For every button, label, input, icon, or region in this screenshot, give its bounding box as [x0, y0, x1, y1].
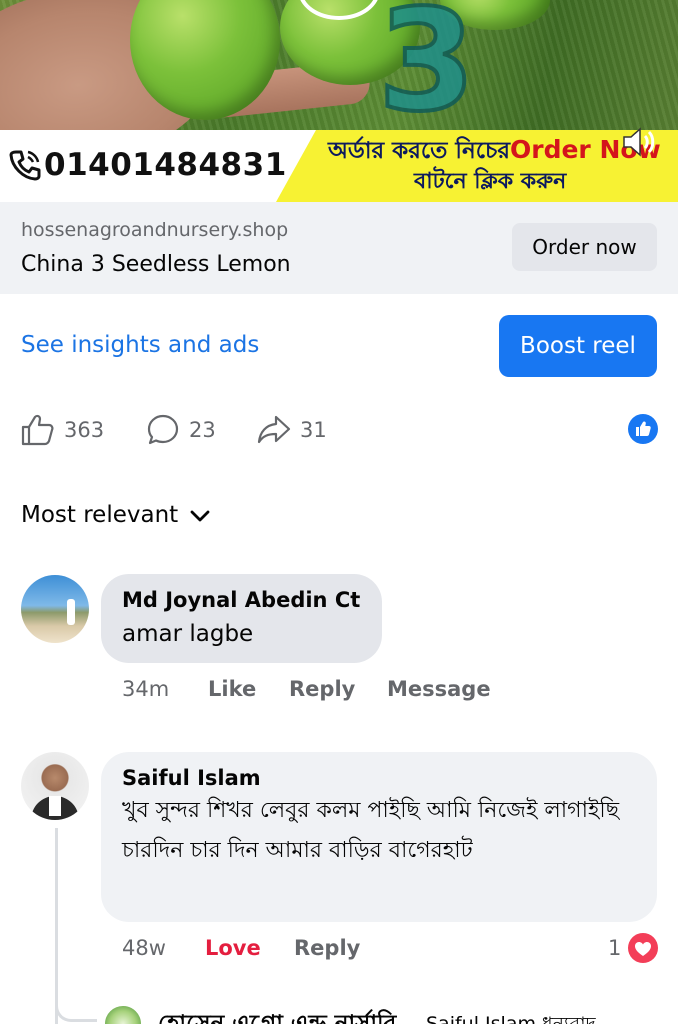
comment-author[interactable]: Saiful Islam [122, 764, 261, 792]
overlay-number: 3 [376, 0, 477, 130]
like-reaction-icon [628, 414, 658, 444]
like-count: 363 [64, 418, 105, 442]
phone-number: 01401484831 [44, 147, 287, 183]
comment-stat[interactable]: 23 [145, 410, 216, 450]
page-avatar[interactable] [103, 1004, 143, 1024]
see-insights-link[interactable]: See insights and ads [21, 330, 259, 360]
comment-love-button[interactable]: Love [205, 934, 261, 962]
comment-sort-dropdown[interactable]: Most relevant [21, 500, 178, 530]
reaction-count[interactable]: 1 [608, 934, 621, 962]
comment-author[interactable]: Md Joynal Abedin Ct [122, 586, 360, 614]
lemon-photo: 3 [0, 0, 678, 130]
link-title: China 3 Seedless Lemon [21, 252, 291, 277]
comment-text: খুব সুন্দর শিখর লেবুর কলম পাইছি আমি নিজে… [122, 798, 620, 863]
boost-reel-button[interactable]: Boost reel [499, 315, 657, 377]
avatar-figure [67, 599, 75, 625]
love-reaction-icon [628, 933, 658, 963]
avatar[interactable] [21, 575, 89, 643]
thumbs-up-icon [21, 414, 54, 446]
avatar-shirt [49, 796, 61, 816]
thumbs-up-icon [636, 421, 651, 436]
avatar[interactable] [21, 752, 89, 820]
reply-text: Saiful Islam ধন্যবাদ [426, 1013, 596, 1024]
speaker-icon[interactable] [620, 124, 660, 160]
comment-reply-button[interactable]: Reply [289, 675, 355, 703]
like-stat[interactable]: 363 [20, 410, 104, 450]
order-now-button[interactable]: Order now [512, 223, 657, 271]
link-domain: hossenagroandnursery.shop [21, 219, 289, 241]
reply-author[interactable]: হোসেন এগ্রো এন্ড নার্সারি [158, 1010, 396, 1024]
thread-connector [55, 986, 97, 1022]
comment-like-button[interactable]: Like [208, 675, 256, 703]
promo-text-bn: অর্ডার করতে নিচের [328, 138, 511, 164]
promo-text-bn-line2: বাটনে ক্লিক করুন [414, 169, 567, 194]
phone-icon [9, 150, 41, 181]
comment-timestamp: 48w [122, 936, 166, 960]
share-stat[interactable]: 31 [256, 410, 327, 450]
comment-timestamp: 34m [122, 677, 170, 701]
heart-icon [635, 942, 651, 956]
comment-reply-button[interactable]: Reply [294, 934, 360, 962]
comment-icon [147, 414, 179, 445]
share-count: 31 [300, 418, 327, 442]
comment-count: 23 [189, 418, 216, 442]
comment-message-button[interactable]: Message [387, 675, 491, 703]
share-icon [257, 415, 291, 444]
chevron-down-icon[interactable] [188, 504, 212, 528]
reel-video[interactable]: 3 01401484831 অর্ডার করতে নিচের Order No… [0, 0, 678, 202]
comment-text: amar lagbe [122, 621, 254, 647]
